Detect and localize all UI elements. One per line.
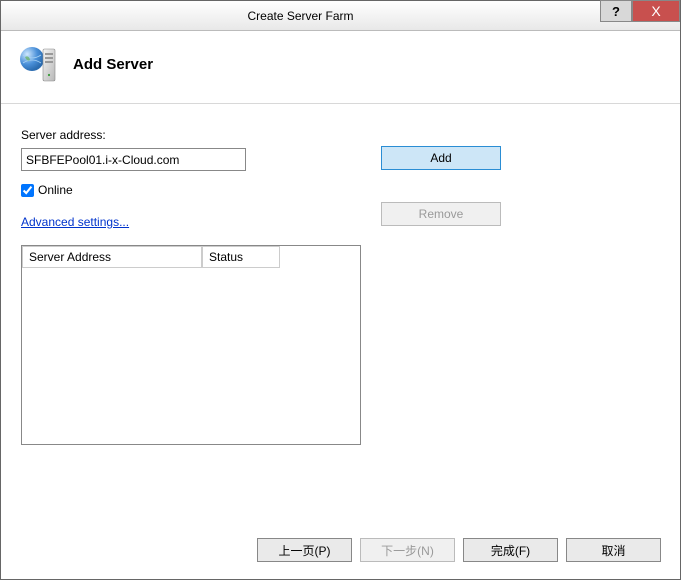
cancel-button[interactable]: 取消 (566, 538, 661, 562)
server-globe-icon (17, 43, 59, 85)
titlebar: Create Server Farm ? X (1, 1, 680, 31)
close-button[interactable]: X (632, 0, 680, 22)
server-list-table: Server Address Status (21, 245, 361, 445)
add-button[interactable]: Add (381, 146, 501, 170)
previous-button[interactable]: 上一页(P) (257, 538, 352, 562)
remove-button[interactable]: Remove (381, 202, 501, 226)
content-area: Server address: Online Advanced settings… (1, 104, 680, 455)
finish-button[interactable]: 完成(F) (463, 538, 558, 562)
online-label: Online (38, 183, 73, 197)
header-section: Add Server (1, 31, 680, 104)
column-server-address[interactable]: Server Address (22, 246, 202, 268)
column-status[interactable]: Status (202, 246, 280, 268)
online-checkbox[interactable] (21, 184, 34, 197)
window-title: Create Server Farm (1, 9, 600, 23)
advanced-settings-link[interactable]: Advanced settings... (21, 215, 129, 229)
help-button[interactable]: ? (600, 0, 632, 22)
next-button[interactable]: 下一步(N) (360, 538, 455, 562)
server-address-input[interactable] (21, 148, 246, 171)
footer-buttons: 上一页(P) 下一步(N) 完成(F) 取消 (257, 538, 661, 562)
server-address-label: Server address: (21, 128, 361, 142)
page-title: Add Server (73, 56, 153, 73)
table-header-row: Server Address Status (22, 246, 360, 268)
titlebar-controls: ? X (600, 1, 680, 30)
